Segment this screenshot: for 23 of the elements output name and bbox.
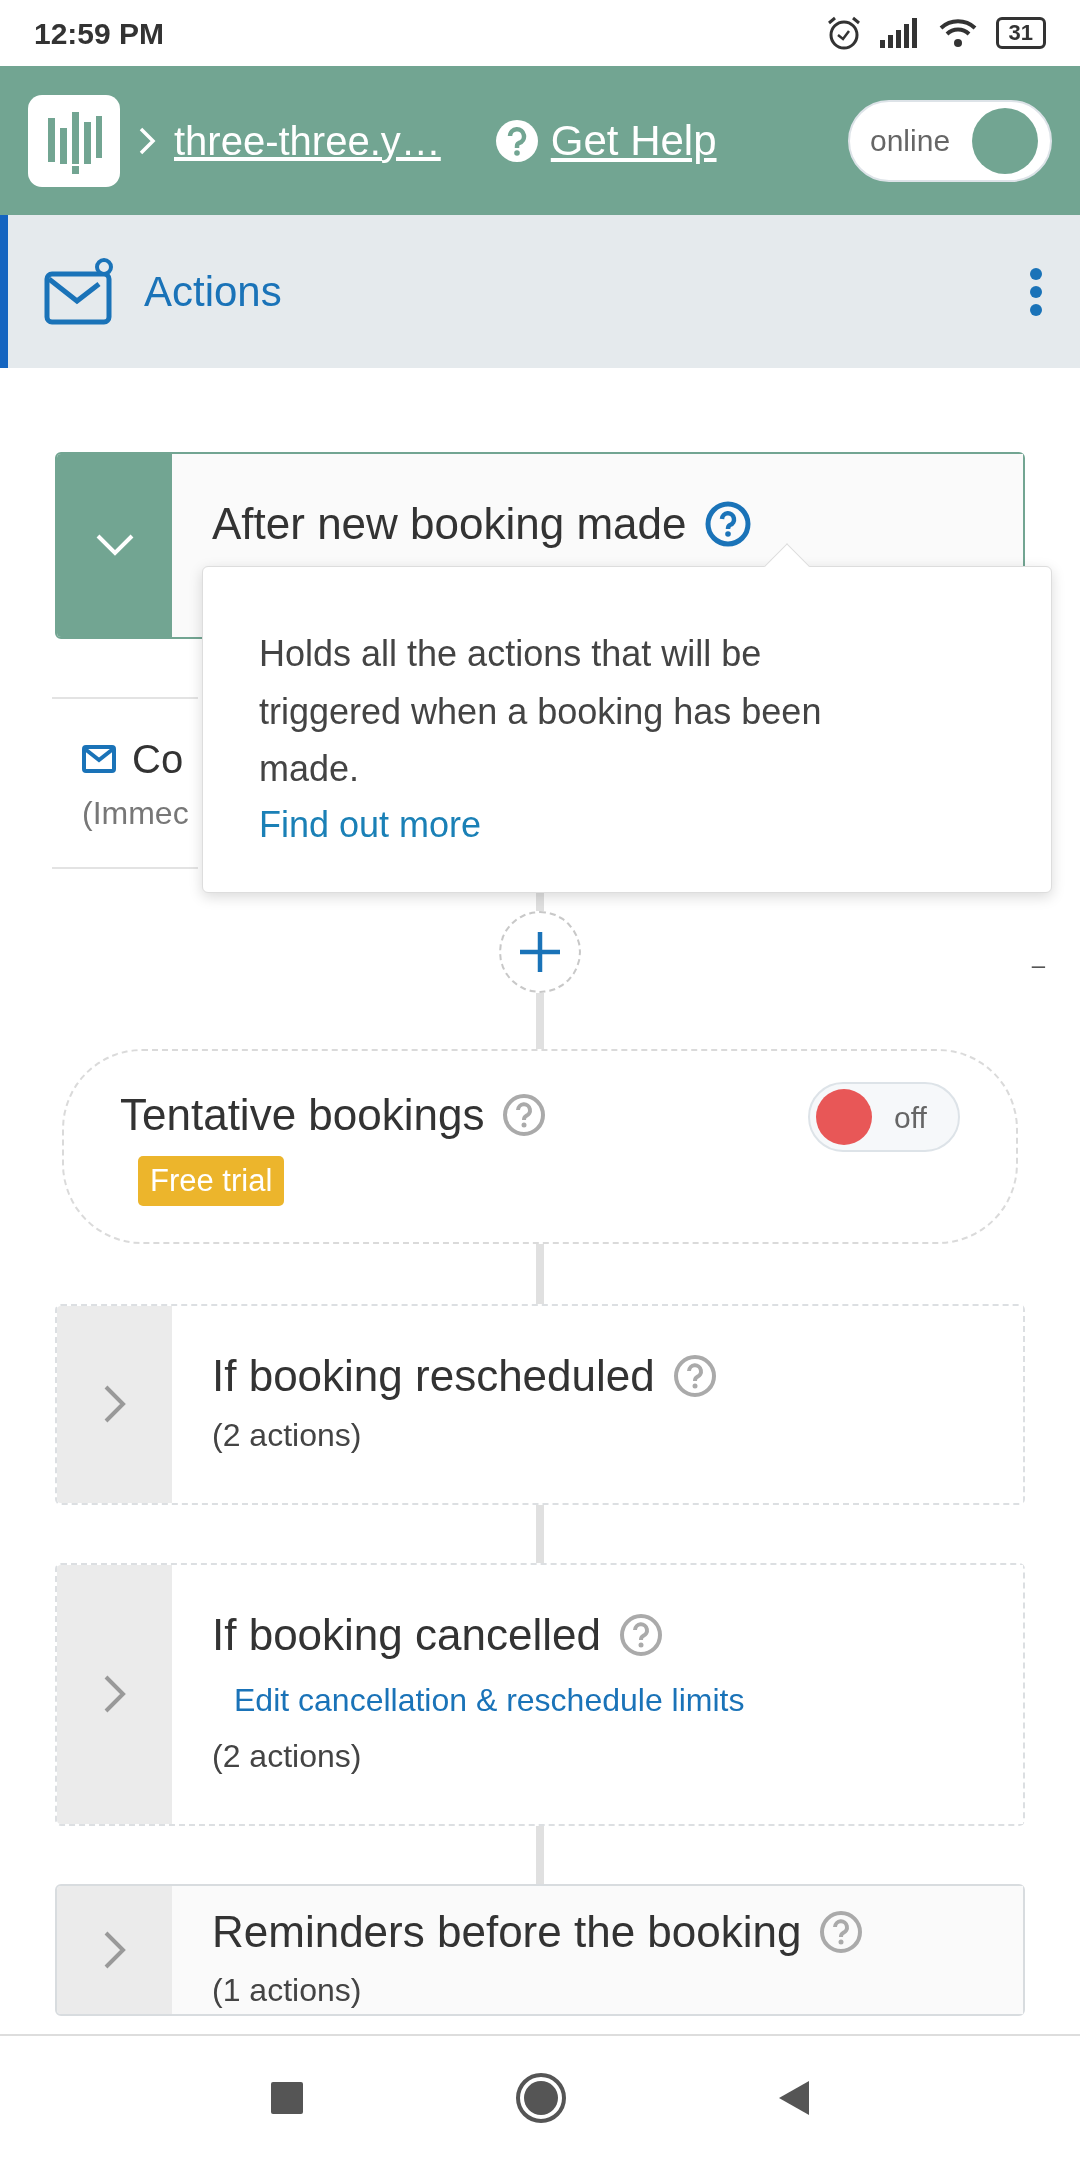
- group-title: If booking rescheduled: [212, 1350, 655, 1403]
- help-link[interactable]: Get Help: [494, 109, 717, 172]
- section-title: Actions: [144, 267, 282, 317]
- action-title: Co: [132, 735, 184, 783]
- action-count: (1 actions): [212, 1971, 363, 2011]
- site-link[interactable]: three-three.y…: [174, 110, 441, 171]
- collapse-mark[interactable]: –: [1031, 946, 1045, 983]
- tooltip-text: Holds all the actions that will be triggered when a booking has been made.: [259, 632, 823, 792]
- free-trial-badge: Free trial: [138, 1155, 285, 1207]
- action-card[interactable]: Co (Immec: [52, 696, 198, 869]
- group-title: Reminders before the booking: [212, 1905, 802, 1958]
- find-out-more-link[interactable]: Find out more: [259, 803, 482, 845]
- battery-level: 31: [995, 17, 1046, 49]
- action-count: (2 actions): [212, 1415, 363, 1455]
- action-timing: (Immec: [82, 793, 190, 833]
- status-time: 12:59 PM: [34, 15, 165, 52]
- toggle-title: Tentative bookings: [120, 1088, 485, 1141]
- status-toggle[interactable]: online: [848, 99, 1052, 182]
- group-title: If booking cancelled: [212, 1608, 601, 1661]
- group-title: After new booking made: [212, 498, 687, 550]
- status-toggle[interactable]: off: [808, 1082, 960, 1153]
- action-count: (2 actions): [212, 1736, 363, 1776]
- edit-limits-link[interactable]: Edit cancellation & reschedule limits: [234, 1675, 745, 1724]
